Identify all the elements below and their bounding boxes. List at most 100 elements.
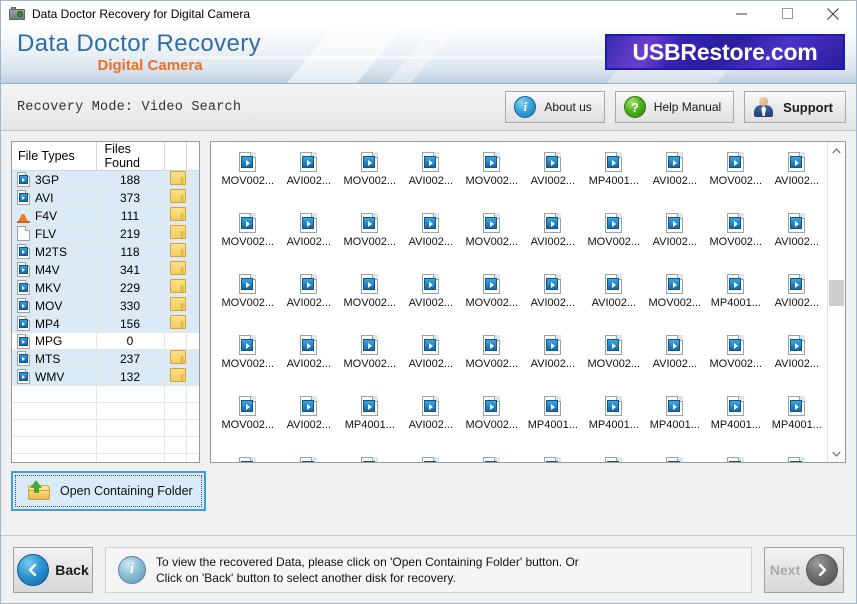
file-grid-item[interactable]: MOV002...	[461, 148, 522, 209]
folder-icon[interactable]	[169, 261, 186, 275]
folder-icon[interactable]	[169, 279, 186, 293]
folder-icon[interactable]	[169, 171, 186, 185]
file-grid-item[interactable]: MOV002...	[461, 270, 522, 331]
file-type-row[interactable]: MP4 156	[12, 314, 200, 333]
file-grid-item[interactable]: AVI002...	[522, 331, 583, 392]
file-type-row[interactable]: M2TS 118	[12, 242, 200, 261]
next-button[interactable]: Next	[764, 546, 844, 593]
file-grid-item[interactable]	[339, 453, 400, 462]
file-grid-item[interactable]	[705, 453, 766, 462]
file-grid-item[interactable]: MOV002...	[705, 148, 766, 209]
file-type-row[interactable]: AVI 373	[12, 188, 200, 207]
file-grid-item[interactable]: AVI002...	[644, 148, 705, 209]
scroll-down-arrow-icon[interactable]	[828, 445, 845, 462]
folder-cell[interactable]	[164, 206, 187, 225]
scroll-up-arrow-icon[interactable]	[828, 142, 845, 159]
file-grid-item[interactable]: MOV002...	[217, 392, 278, 453]
file-grid-item[interactable]: MP4001...	[583, 392, 644, 453]
file-grid-item[interactable]: MP4001...	[705, 392, 766, 453]
file-type-row[interactable]: 3GP 188	[12, 170, 200, 189]
folder-icon[interactable]	[169, 368, 186, 382]
file-type-row[interactable]: FLV 219	[12, 224, 200, 243]
file-type-row[interactable]: MKV 229	[12, 278, 200, 297]
back-button[interactable]: Back	[13, 546, 93, 593]
folder-cell[interactable]	[164, 314, 187, 333]
about-us-button[interactable]: i About us	[505, 91, 605, 123]
file-grid-item[interactable]	[766, 453, 827, 462]
file-type-row[interactable]: F4V 111	[12, 206, 200, 225]
file-grid-item[interactable]: AVI002...	[766, 270, 827, 331]
file-grid-item[interactable]: AVI002...	[766, 148, 827, 209]
file-grid-item[interactable]: AVI002...	[400, 331, 461, 392]
file-grid-item[interactable]: MOV002...	[217, 209, 278, 270]
file-type-row[interactable]: M4V 341	[12, 260, 200, 279]
file-type-row[interactable]: MOV 330	[12, 296, 200, 315]
maximize-button[interactable]	[764, 1, 810, 26]
folder-icon[interactable]	[169, 207, 186, 221]
folder-icon[interactable]	[169, 225, 186, 239]
folder-cell[interactable]	[164, 242, 187, 261]
file-grid-item[interactable]	[461, 453, 522, 462]
file-grid-item[interactable]: MOV002...	[339, 331, 400, 392]
file-grid-item[interactable]: AVI002...	[278, 148, 339, 209]
folder-cell[interactable]	[164, 260, 187, 279]
folder-cell[interactable]	[164, 296, 187, 315]
file-grid-item[interactable]: AVI002...	[522, 270, 583, 331]
file-grid-item[interactable]: AVI002...	[278, 392, 339, 453]
file-grid-item[interactable]: MOV002...	[461, 392, 522, 453]
file-grid-item[interactable]: AVI002...	[766, 209, 827, 270]
recovered-files-panel[interactable]: MOV002... AVI002... MOV002... AVI002... MOV0…	[210, 141, 846, 463]
folder-cell[interactable]	[164, 367, 187, 386]
grid-vertical-scrollbar[interactable]	[827, 142, 845, 462]
file-grid-item[interactable]: MOV002...	[217, 148, 278, 209]
file-grid-item[interactable]: MOV002...	[583, 331, 644, 392]
folder-cell[interactable]	[164, 349, 187, 368]
file-grid-item[interactable]: AVI002...	[522, 209, 583, 270]
file-grid-item[interactable]: MP4001...	[705, 270, 766, 331]
file-grid-item[interactable]: MP4001...	[583, 148, 644, 209]
close-button[interactable]	[810, 1, 856, 26]
support-button[interactable]: Support	[744, 91, 846, 123]
folder-cell[interactable]	[164, 224, 187, 243]
folder-cell[interactable]	[164, 278, 187, 297]
file-grid-item[interactable]: MOV002...	[705, 331, 766, 392]
file-grid-item[interactable]	[217, 453, 278, 462]
file-grid-item[interactable]: AVI002...	[522, 148, 583, 209]
file-grid-item[interactable]	[400, 453, 461, 462]
file-grid-item[interactable]: AVI002...	[278, 209, 339, 270]
file-grid-item[interactable]: MOV002...	[339, 270, 400, 331]
file-grid-item[interactable]	[583, 453, 644, 462]
file-grid-item[interactable]: MOV002...	[339, 148, 400, 209]
file-type-row[interactable]: MTS 237	[12, 349, 200, 368]
file-grid-item[interactable]: MOV002...	[583, 209, 644, 270]
folder-icon[interactable]	[169, 315, 186, 329]
file-grid-item[interactable]: AVI002...	[644, 209, 705, 270]
file-grid-item[interactable]: MOV002...	[461, 209, 522, 270]
file-grid-item[interactable]: AVI002...	[278, 270, 339, 331]
file-grid-item[interactable]: AVI002...	[766, 331, 827, 392]
file-grid-item[interactable]: MOV002...	[644, 270, 705, 331]
help-manual-button[interactable]: ? Help Manual	[614, 91, 735, 123]
file-type-row[interactable]: WMV 132	[12, 367, 200, 386]
file-grid-item[interactable]: MOV002...	[217, 270, 278, 331]
file-grid-item[interactable]: AVI002...	[583, 270, 644, 331]
file-grid-item[interactable]	[522, 453, 583, 462]
file-grid-item[interactable]: MOV002...	[705, 209, 766, 270]
file-grid-item[interactable]: MP4001...	[644, 392, 705, 453]
file-grid-item[interactable]: MP4001...	[522, 392, 583, 453]
folder-cell[interactable]	[164, 188, 187, 207]
folder-icon[interactable]	[169, 297, 186, 311]
file-grid-item[interactable]	[644, 453, 705, 462]
folder-cell[interactable]	[164, 170, 187, 189]
folder-icon[interactable]	[169, 350, 186, 364]
folder-icon[interactable]	[169, 243, 186, 257]
file-grid-item[interactable]: AVI002...	[278, 331, 339, 392]
file-grid-item[interactable]: MP4001...	[339, 392, 400, 453]
file-grid-item[interactable]: AVI002...	[644, 331, 705, 392]
open-containing-folder-button[interactable]: Open Containing Folder	[11, 471, 206, 511]
file-grid-item[interactable]: AVI002...	[400, 148, 461, 209]
file-grid-item[interactable]	[278, 453, 339, 462]
file-grid-item[interactable]: MOV002...	[217, 331, 278, 392]
folder-icon[interactable]	[169, 189, 186, 203]
folder-cell[interactable]	[164, 332, 187, 350]
